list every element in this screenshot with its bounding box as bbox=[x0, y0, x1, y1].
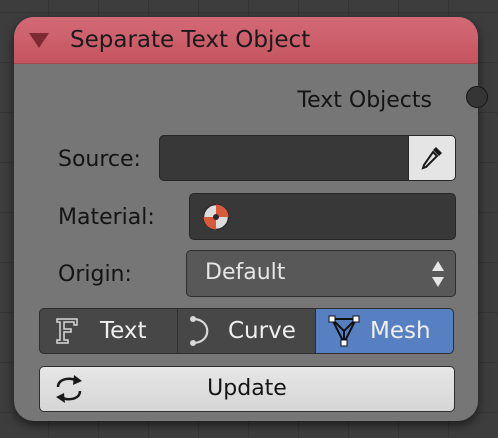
material-label: Material: bbox=[58, 205, 155, 230]
mesh-icon bbox=[328, 315, 360, 347]
mode-button-mesh[interactable]: Mesh bbox=[315, 308, 454, 354]
origin-value: Default bbox=[205, 260, 286, 285]
curve-icon bbox=[190, 316, 209, 346]
text-font-icon bbox=[56, 318, 78, 344]
source-field[interactable] bbox=[159, 135, 409, 181]
material-icon bbox=[202, 203, 230, 231]
output-socket-label: Text Objects bbox=[297, 88, 432, 113]
update-label: Update bbox=[207, 376, 287, 401]
mode-curve-label: Curve bbox=[228, 318, 296, 344]
origin-select[interactable]: Default bbox=[186, 250, 456, 297]
text-objects-output-socket[interactable] bbox=[466, 86, 488, 108]
separate-text-object-node[interactable]: Separate Text Object Text Objects Source… bbox=[14, 17, 478, 421]
node-header[interactable]: Separate Text Object bbox=[14, 17, 478, 64]
eyedropper-icon bbox=[421, 147, 442, 170]
mode-button-curve[interactable]: Curve bbox=[177, 308, 316, 354]
mode-button-text[interactable]: Text bbox=[39, 308, 178, 354]
collapse-arrow-icon[interactable] bbox=[28, 31, 50, 49]
material-field[interactable] bbox=[189, 193, 456, 240]
origin-label: Origin: bbox=[58, 262, 132, 287]
update-button[interactable]: Update bbox=[39, 366, 455, 412]
source-label: Source: bbox=[58, 147, 141, 172]
mode-mesh-label: Mesh bbox=[370, 318, 431, 344]
up-down-arrows-icon bbox=[432, 261, 444, 287]
node-title: Separate Text Object bbox=[70, 27, 311, 53]
eyedropper-button[interactable] bbox=[408, 135, 456, 181]
mode-text-label: Text bbox=[100, 318, 147, 344]
